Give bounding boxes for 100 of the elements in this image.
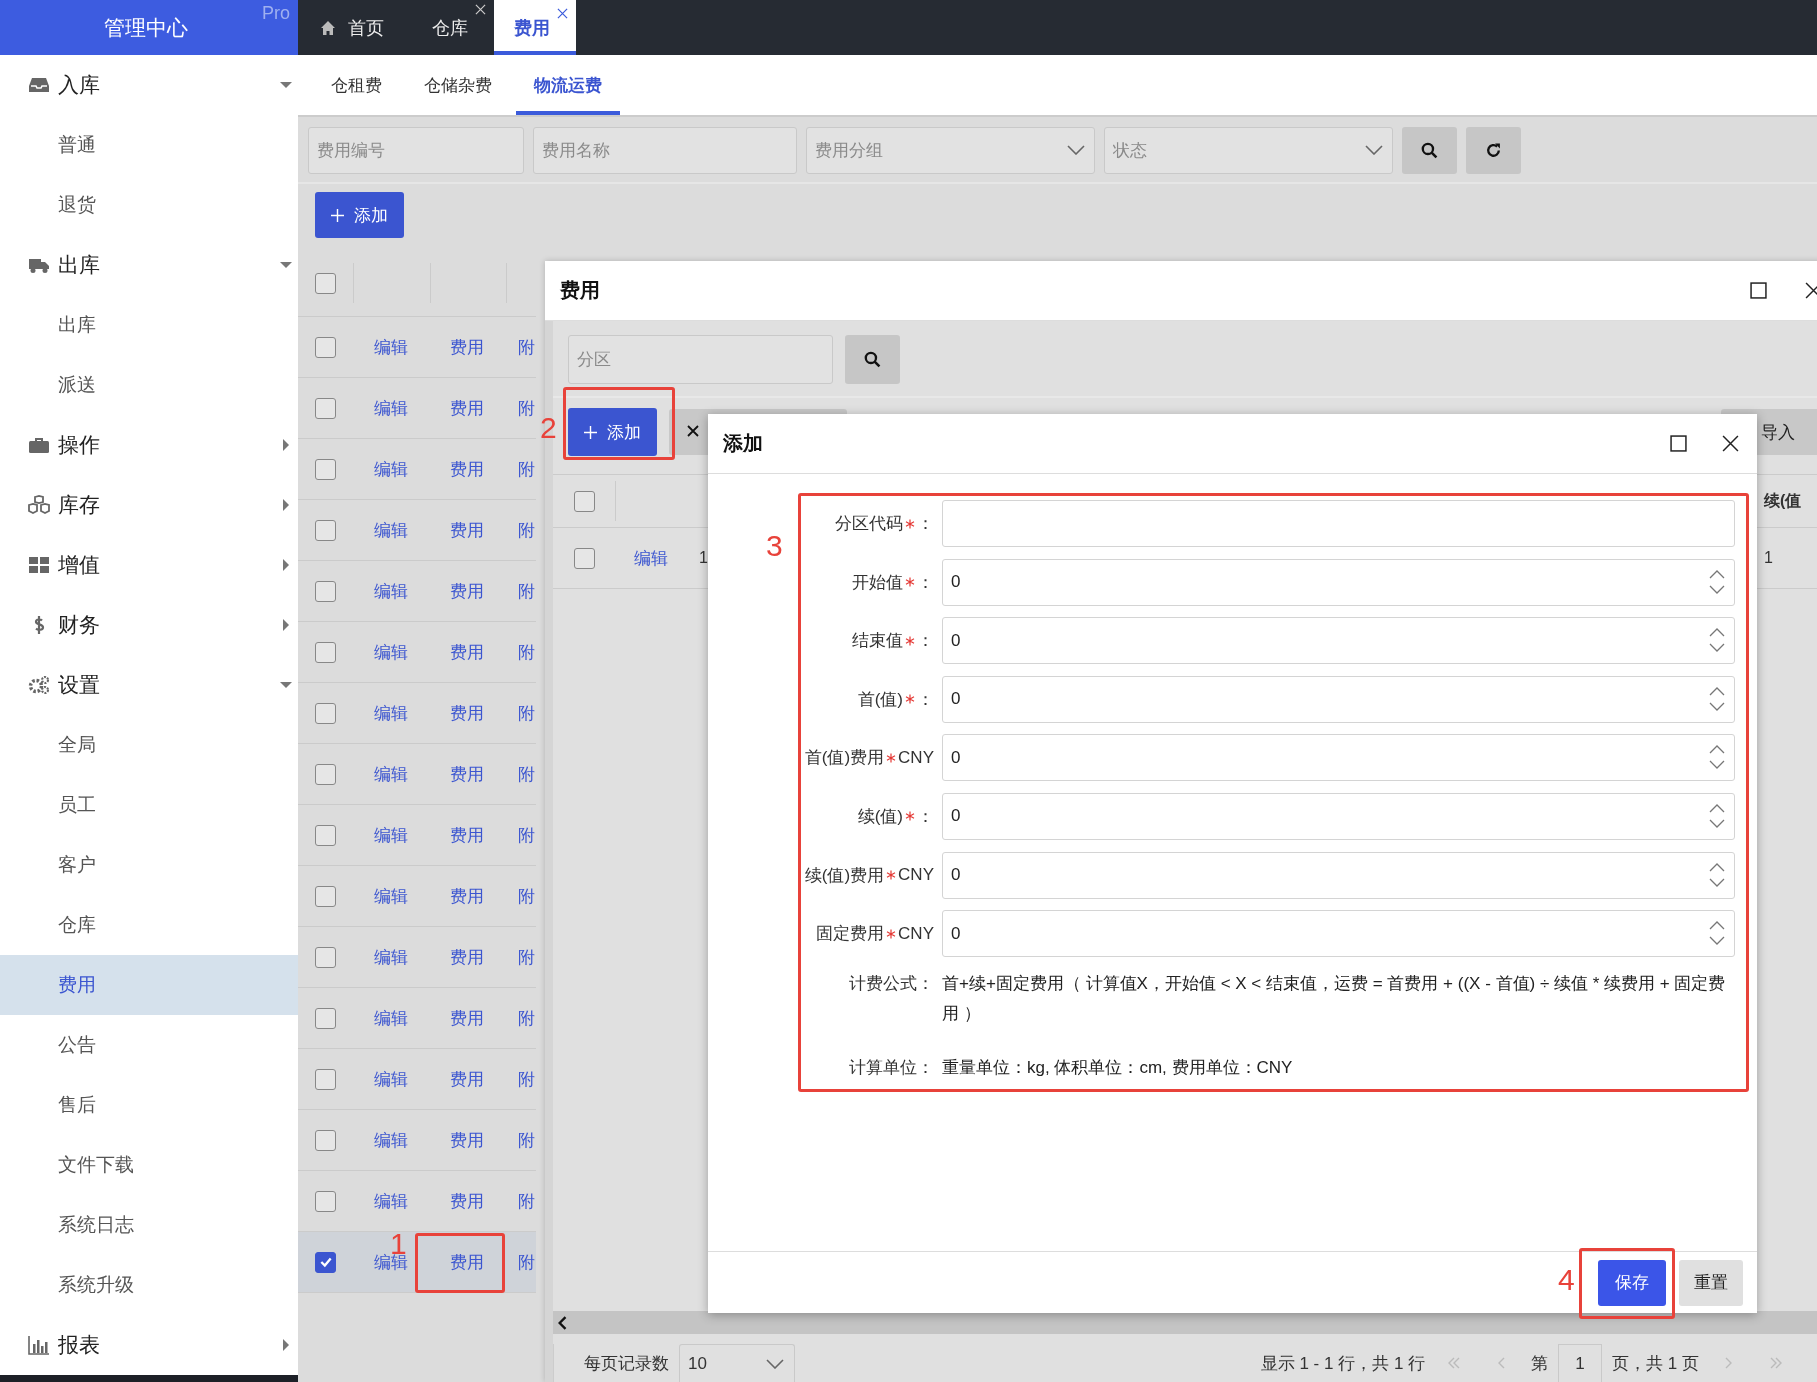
checkbox[interactable] <box>315 519 336 541</box>
action-link[interactable]: 编辑 <box>374 825 408 845</box>
checkbox[interactable] <box>315 824 336 846</box>
number-field[interactable]: 0 <box>942 792 1735 840</box>
menu-group[interactable]: 操作 <box>0 415 298 475</box>
checkbox[interactable] <box>315 1190 336 1212</box>
menu-item[interactable]: 退货 <box>0 175 298 235</box>
page-tab[interactable]: 仓库 <box>410 0 494 55</box>
action-link[interactable]: 附 <box>518 703 535 723</box>
select-field[interactable]: 状态 <box>1104 127 1393 174</box>
action-link[interactable]: 费用 <box>449 825 484 845</box>
action-link[interactable]: 编辑 <box>374 337 408 357</box>
add-button[interactable]: 添加 <box>315 192 404 238</box>
input-field[interactable]: 分区 <box>568 335 833 384</box>
action-link[interactable]: 费用 <box>449 581 484 601</box>
action-link[interactable]: 附 <box>518 337 535 357</box>
action-link[interactable]: 编辑 <box>374 642 408 662</box>
page-number-field[interactable]: 1 <box>1558 1344 1603 1382</box>
action-link[interactable]: 编辑 <box>374 520 408 540</box>
checkbox[interactable] <box>315 336 336 358</box>
checkbox[interactable] <box>573 490 595 512</box>
action-link[interactable]: 费用 <box>449 337 484 357</box>
action-link[interactable]: 费用 <box>449 459 484 479</box>
menu-item[interactable]: 费用 <box>0 955 298 1015</box>
action-link[interactable]: 附 <box>518 1191 535 1211</box>
menu-item[interactable]: 客户 <box>0 835 298 895</box>
action-link[interactable]: 费用 <box>449 703 484 723</box>
checkbox[interactable] <box>315 885 336 907</box>
number-field[interactable]: 0 <box>942 617 1735 665</box>
spinner-icon[interactable] <box>1709 920 1725 947</box>
save-button[interactable]: 保存 <box>1598 1259 1666 1306</box>
sub-tab[interactable]: 仓租费 <box>313 55 400 115</box>
menu-item[interactable]: 公告 <box>0 1015 298 1075</box>
menu-item[interactable]: 文件下载 <box>0 1135 298 1195</box>
checkbox[interactable] <box>315 763 336 785</box>
action-link[interactable]: 费用 <box>449 1008 484 1028</box>
sub-tab[interactable]: 仓储杂费 <box>406 55 510 115</box>
number-field[interactable]: 0 <box>942 734 1735 782</box>
search-button[interactable] <box>1402 127 1457 174</box>
last-page-icon[interactable] <box>1769 1357 1783 1369</box>
menu-item[interactable]: 普通 <box>0 115 298 175</box>
number-field[interactable]: 0 <box>942 851 1735 899</box>
checkbox[interactable] <box>315 580 336 602</box>
action-link[interactable]: 费用 <box>449 886 484 906</box>
action-link[interactable]: 费用 <box>449 764 484 784</box>
spinner-icon[interactable] <box>1709 861 1725 888</box>
spinner-icon[interactable] <box>1709 744 1725 771</box>
checkbox[interactable] <box>315 1007 336 1029</box>
menu-item[interactable]: 员工 <box>0 775 298 835</box>
checkbox[interactable] <box>315 702 336 724</box>
menu-group[interactable]: 设置 <box>0 655 298 715</box>
input-field[interactable]: 费用编号 <box>308 127 524 174</box>
action-link[interactable]: 费用 <box>449 398 484 418</box>
checkbox[interactable] <box>315 1129 336 1151</box>
action-link[interactable]: 附 <box>518 1069 535 1089</box>
menu-item[interactable]: 出库 <box>0 295 298 355</box>
menu-item[interactable]: 派送 <box>0 355 298 415</box>
page-size-select[interactable]: 10 <box>679 1344 795 1382</box>
action-link[interactable]: 附 <box>518 825 535 845</box>
action-link[interactable]: 编辑 <box>374 764 408 784</box>
checkbox[interactable] <box>315 1068 336 1090</box>
action-link[interactable]: 费用 <box>449 642 484 662</box>
menu-item[interactable]: 系统日志 <box>0 1195 298 1255</box>
action-link[interactable]: 编辑 <box>374 886 408 906</box>
action-link[interactable]: 编辑 <box>374 1130 408 1150</box>
page-tab[interactable]: 首页 <box>298 0 410 55</box>
spinner-icon[interactable] <box>1709 627 1725 654</box>
action-link[interactable]: 附 <box>518 642 535 662</box>
action-link[interactable]: 编辑 <box>374 1008 408 1028</box>
menu-group[interactable]: 入库 <box>0 55 298 115</box>
action-link[interactable]: 费用 <box>449 1130 484 1150</box>
checkbox[interactable] <box>315 641 336 663</box>
menu-group[interactable]: 出库 <box>0 235 298 295</box>
menu-group[interactable]: 报表 <box>0 1315 298 1375</box>
action-link[interactable]: 编辑 <box>374 947 408 967</box>
action-link[interactable]: 费用 <box>449 947 484 967</box>
close-icon[interactable] <box>1805 282 1817 299</box>
action-link[interactable]: 费用 <box>449 1069 484 1089</box>
checkbox[interactable] <box>315 272 336 294</box>
action-link[interactable]: 附 <box>518 886 535 906</box>
refresh-button[interactable] <box>1466 127 1521 174</box>
maximize-icon[interactable] <box>1670 435 1687 452</box>
action-link[interactable]: 附 <box>518 1130 535 1150</box>
menu-item[interactable]: 售后 <box>0 1075 298 1135</box>
scroll-left-icon[interactable] <box>557 1315 567 1330</box>
maximize-icon[interactable] <box>1750 282 1767 299</box>
action-link[interactable]: 编辑 <box>374 1191 408 1211</box>
spinner-icon[interactable] <box>1709 568 1725 595</box>
checkbox[interactable] <box>315 946 336 968</box>
action-link[interactable]: 附 <box>518 1252 535 1272</box>
action-link[interactable]: 费用 <box>449 520 484 540</box>
menu-group[interactable]: 财务 <box>0 595 298 655</box>
horizontal-scrollbar[interactable] <box>553 1311 1817 1334</box>
spinner-icon[interactable] <box>1709 685 1725 712</box>
checkbox[interactable] <box>573 547 595 569</box>
checkbox[interactable] <box>315 1251 336 1273</box>
close-icon[interactable] <box>1722 435 1739 452</box>
number-field[interactable]: 0 <box>942 675 1735 723</box>
checkbox[interactable] <box>315 397 336 419</box>
spinner-icon[interactable] <box>1709 802 1725 829</box>
